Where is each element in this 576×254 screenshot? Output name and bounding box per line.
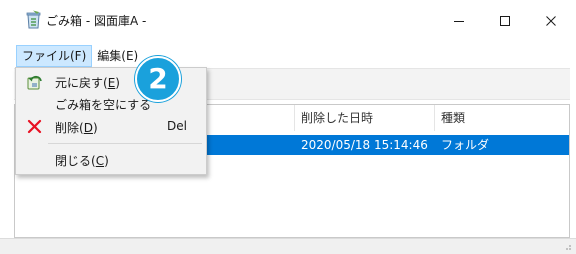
menu-item-close-mnemonic: C [95,154,105,168]
close-icon [546,16,556,26]
cell-type: フォルダ [441,138,490,152]
close-button[interactable] [528,0,574,42]
minimize-button[interactable] [436,0,482,42]
menu-item-empty-bin-label: ごみ箱を空にする [55,98,152,112]
window-title: ごみ箱 - 図面庫A - [46,14,147,28]
recycle-bin-window: ごみ箱 - 図面庫A - ファイル(F) 編集(E) 所 削除した日時 種類 2… [0,0,576,254]
step-number-badge: 2 [135,56,181,102]
menu-item-restore-label-post: ) [115,76,120,90]
undo-restore-icon [27,75,42,90]
column-header-type[interactable]: 種類 [435,105,569,131]
menu-item-close[interactable]: 閉じる(C) [17,149,205,171]
cell-deleted-date: 2020/05/18 15:14:46 [301,138,428,152]
menu-item-delete-mnemonic: D [83,121,93,135]
maximize-button[interactable] [482,0,528,42]
menu-item-delete-label-post: ) [92,121,98,135]
column-header-deleted-date[interactable]: 削除した日時 [295,105,435,131]
menu-file[interactable]: ファイル(F) [16,45,93,67]
menu-item-restore-label-pre: 元に戻す( [55,76,108,90]
status-bar [0,238,576,254]
minimize-icon [454,21,464,22]
menu-item-delete[interactable]: 削除(D) Del [17,116,205,138]
menu-separator [48,143,202,144]
menu-edit[interactable]: 編集(E) [92,45,143,67]
title-bar: ごみ箱 - 図面庫A - [0,0,576,42]
maximize-icon [500,16,510,26]
delete-x-icon [27,119,42,134]
menu-item-delete-shortcut: Del [167,119,187,133]
menu-item-close-label-post: ) [104,154,109,168]
menu-item-delete-label-pre: 削除( [55,121,84,135]
recycle-bin-icon [26,10,41,29]
menu-item-empty-bin[interactable]: ごみ箱を空にする [17,93,205,115]
menu-bar: ファイル(F) 編集(E) [16,45,143,67]
menu-item-close-label-pre: 閉じる( [55,154,96,168]
resize-grip-icon[interactable] [562,241,572,251]
